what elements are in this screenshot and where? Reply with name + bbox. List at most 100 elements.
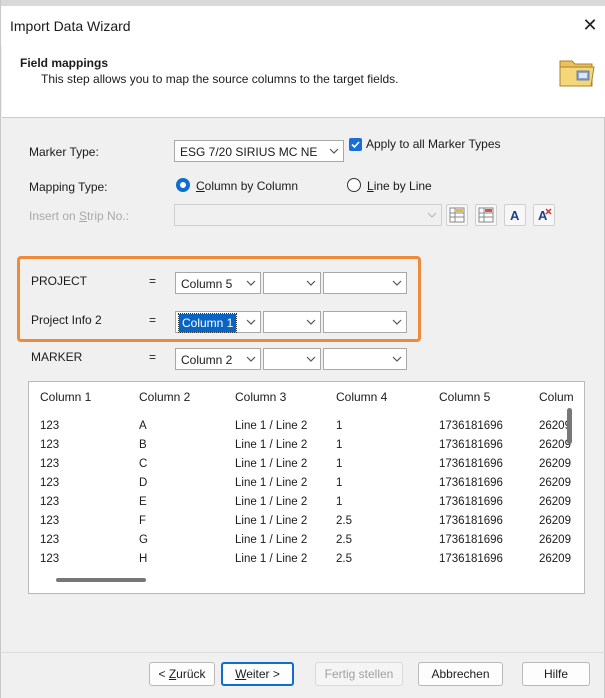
grid-cell: 1 — [336, 458, 343, 470]
column-by-column-label[interactable]: Column by Column — [196, 179, 298, 193]
grid-cell: 1736181696 — [439, 439, 503, 451]
grid-cell: 2.5 — [336, 534, 352, 546]
step-subtitle: This step allows you to map the source c… — [41, 72, 399, 86]
close-button[interactable]: ✕ — [578, 14, 602, 38]
marker-column-value: Column 2 — [181, 353, 233, 367]
grid-cell: 1736181696 — [439, 496, 503, 508]
grid-cell: Line 1 / Line 2 — [235, 439, 308, 451]
import-wizard-window: Import Data Wizard ✕ Field mappings This… — [0, 0, 605, 698]
close-icon: ✕ — [582, 15, 598, 35]
grid-cell: 123 — [40, 477, 60, 489]
chevron-down-icon — [329, 148, 339, 154]
grid-cell: Line 1 / Line 2 — [235, 496, 308, 508]
mapping-field-marker: MARKER — [31, 350, 83, 364]
line-by-line-label[interactable]: Line by Line — [367, 179, 432, 193]
finish-button[interactable]: Fertig stellen — [315, 662, 403, 686]
grid-cell: 123 — [40, 439, 60, 451]
apply-all-label[interactable]: Apply to all Marker Types — [366, 137, 501, 151]
chevron-down-icon — [427, 212, 437, 218]
grid-cell: 1 — [336, 477, 343, 489]
title-bar: Import Data Wizard ✕ — [1, 6, 605, 46]
grid-cell: 26209 — [539, 515, 571, 527]
clear-font-icon[interactable]: A — [533, 204, 555, 226]
checkmark-icon — [351, 141, 360, 149]
grid-cell: 26209 — [539, 534, 571, 546]
grid-cell: 26209 — [539, 553, 571, 565]
grid-cell: 123 — [40, 420, 60, 432]
grid-cell: E — [139, 496, 147, 508]
vertical-scrollbar[interactable] — [567, 408, 572, 444]
preview-grid[interactable]: Column 1 Column 2 Column 3 Column 4 Colu… — [28, 381, 585, 594]
marker-column-select-2[interactable] — [263, 348, 321, 370]
grid-cell: 2.5 — [336, 515, 352, 527]
grid-cell: 123 — [40, 458, 60, 470]
grid-cell: 123 — [40, 515, 60, 527]
equals-sign: = — [149, 350, 157, 364]
apply-all-checkbox[interactable] — [349, 138, 362, 151]
back-button[interactable]: < Zurück — [149, 662, 215, 686]
grid-cell: 2.5 — [336, 553, 352, 565]
cancel-button[interactable]: Abbrechen — [418, 662, 503, 686]
grid-cell: Line 1 / Line 2 — [235, 534, 308, 546]
chevron-down-icon — [246, 356, 256, 362]
insert-column-icon[interactable] — [446, 204, 468, 226]
marker-type-select[interactable]: ESG 7/20 SIRIUS MC NE — [174, 140, 344, 162]
help-button[interactable]: Hilfe — [522, 662, 590, 686]
next-button[interactable]: Weiter > — [221, 662, 294, 686]
highlight-annotation — [17, 256, 421, 342]
grid-column-header[interactable]: Column 4 — [336, 390, 387, 404]
grid-cell: 1 — [336, 420, 343, 432]
font-icon[interactable]: A — [504, 204, 526, 226]
grid-cell: 26209 — [539, 477, 571, 489]
radio-column-by-column[interactable] — [176, 178, 190, 192]
chevron-down-icon — [306, 356, 316, 362]
marker-column-select-1[interactable]: Column 2 — [175, 348, 261, 370]
grid-cell: Line 1 / Line 2 — [235, 420, 308, 432]
grid-cell: 123 — [40, 553, 60, 565]
grid-cell: 26209 — [539, 458, 571, 470]
grid-cell: 1736181696 — [439, 477, 503, 489]
insert-strip-label: Insert on Strip No.: — [29, 209, 130, 223]
grid-cell: 1 — [336, 496, 343, 508]
grid-cell: 123 — [40, 496, 60, 508]
grid-column-header[interactable]: Column 1 — [40, 390, 91, 404]
grid-cell: 1736181696 — [439, 534, 503, 546]
mapping-type-label: Mapping Type: — [29, 180, 108, 194]
grid-cell: A — [139, 420, 147, 432]
grid-cell: 26209 — [539, 496, 571, 508]
grid-cell: 1736181696 — [439, 458, 503, 470]
grid-cell: Line 1 / Line 2 — [235, 458, 308, 470]
grid-cell: 1 — [336, 439, 343, 451]
svg-text:A: A — [510, 208, 520, 223]
grid-cell: Line 1 / Line 2 — [235, 515, 308, 527]
grid-cell: D — [139, 477, 148, 489]
button-bar-separator — [2, 652, 605, 653]
grid-cell: G — [139, 534, 148, 546]
grid-column-header[interactable]: Column 5 — [439, 390, 490, 404]
marker-type-label: Marker Type: — [29, 145, 99, 159]
grid-cell: Line 1 / Line 2 — [235, 477, 308, 489]
grid-cell: C — [139, 458, 148, 470]
grid-cell: F — [139, 515, 147, 527]
grid-cell: B — [139, 439, 147, 451]
insert-strip-select[interactable] — [174, 204, 442, 226]
chevron-down-icon — [392, 356, 402, 362]
horizontal-scrollbar[interactable] — [56, 578, 146, 582]
step-title: Field mappings — [20, 56, 109, 70]
grid-cell: 1736181696 — [439, 420, 503, 432]
grid-cell: 1736181696 — [439, 553, 503, 565]
grid-cell: 123 — [40, 534, 60, 546]
radio-line-by-line[interactable] — [347, 178, 361, 192]
grid-column-header[interactable]: Column 3 — [235, 390, 286, 404]
delete-column-icon[interactable] — [475, 204, 497, 226]
folder-icon — [559, 60, 595, 87]
grid-column-header[interactable]: Column 2 — [139, 390, 190, 404]
step-header: Field mappings This step allows you to m… — [2, 46, 605, 118]
window-title: Import Data Wizard — [10, 18, 131, 34]
marker-type-value: ESG 7/20 SIRIUS MC NE — [180, 145, 318, 159]
grid-cell: 1736181696 — [439, 515, 503, 527]
marker-column-select-3[interactable] — [323, 348, 407, 370]
grid-cell: Line 1 / Line 2 — [235, 553, 308, 565]
grid-column-header[interactable]: Colum — [539, 390, 574, 404]
grid-cell: H — [139, 553, 148, 565]
